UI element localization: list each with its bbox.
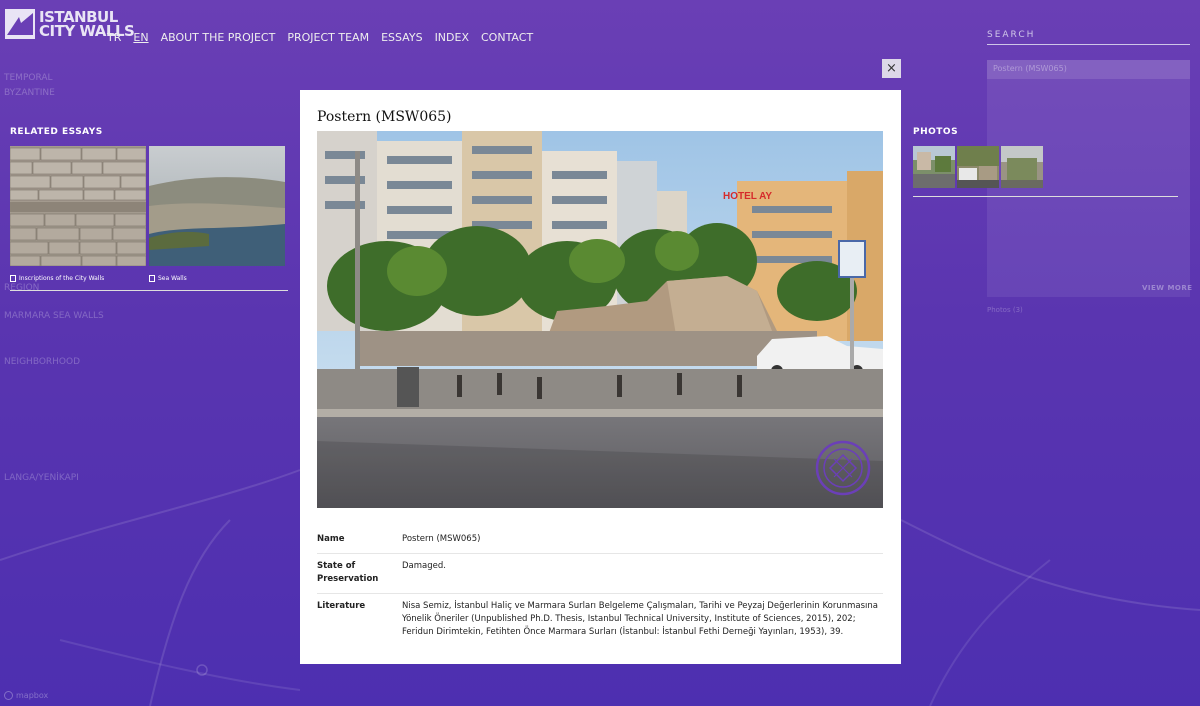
photos-title: PHOTOS: [913, 127, 959, 137]
info-key: State of Preservation: [317, 561, 379, 584]
nav-about[interactable]: ABOUT THE PROJECT: [161, 31, 276, 44]
neighborhood-value[interactable]: LANGA/YENİKAPI: [4, 473, 79, 483]
info-row-literature: Literature Nisa Semiz, İstanbul Haliç ve…: [317, 594, 883, 646]
mapbox-logo-icon: [4, 691, 13, 700]
search-field[interactable]: SEARCH: [987, 30, 1190, 45]
essay-label[interactable]: Sea Walls: [158, 275, 187, 282]
photo-thumbnail[interactable]: [1001, 146, 1043, 188]
photo-thumbnail[interactable]: [913, 146, 955, 188]
neighborhood-label: NEIGHBORHOOD: [4, 357, 81, 367]
related-essays-title: RELATED ESSAYS: [10, 127, 103, 137]
info-value: Postern (MSW065): [402, 534, 481, 544]
nav-contact[interactable]: CONTACT: [481, 31, 533, 44]
info-row-state: State of Preservation Damaged.: [317, 554, 883, 594]
related-essays-section: RELATED ESSAYS Inscriptions of the City …: [9, 127, 288, 291]
main-nav: TR EN ABOUT THE PROJECT PROJECT TEAM ESS…: [107, 31, 533, 44]
photos-section: PHOTOS: [913, 127, 1178, 197]
search-underline: [987, 44, 1190, 45]
info-key: Name: [317, 534, 345, 544]
region-value[interactable]: MARMARA SEA WALLS: [4, 311, 104, 321]
essay-card[interactable]: Inscriptions of the City Walls: [9, 146, 147, 282]
nav-lang-en[interactable]: EN: [133, 31, 148, 44]
divider: [10, 290, 288, 291]
close-button[interactable]: ×: [882, 59, 901, 78]
photos-count: Photos (3): [987, 306, 1023, 314]
document-icon: [10, 275, 16, 282]
essay-image-inscriptions: [9, 146, 147, 267]
temporal-label: TEMPORAL: [4, 73, 53, 83]
essay-image-sea-walls: [149, 146, 285, 266]
info-key: Literature: [317, 601, 366, 611]
nav-essays[interactable]: ESSAYS: [381, 31, 423, 44]
detail-modal: Postern (MSW065) HOTEL AY Name Postern (…: [300, 90, 901, 664]
nav-team[interactable]: PROJECT TEAM: [287, 31, 369, 44]
modal-title: Postern (MSW065): [317, 109, 452, 125]
map-credit-text: mapbox: [16, 691, 49, 700]
essay-label[interactable]: Inscriptions of the City Walls: [19, 275, 104, 282]
nav-index[interactable]: INDEX: [435, 31, 469, 44]
search-label: SEARCH: [987, 30, 1036, 40]
view-more-link[interactable]: VIEW MORE: [1142, 284, 1193, 292]
info-card-field[interactable]: Postern (MSW065): [987, 60, 1190, 79]
info-table: Name Postern (MSW065) State of Preservat…: [317, 527, 883, 646]
photo-thumbnail[interactable]: [957, 146, 999, 188]
document-icon: [149, 275, 155, 282]
info-value: Damaged.: [402, 561, 446, 571]
divider: [913, 196, 1178, 197]
nav-lang-tr[interactable]: TR: [107, 31, 121, 44]
info-value: Nisa Semiz, İstanbul Haliç ve Marmara Su…: [402, 601, 878, 637]
map-credit[interactable]: mapbox: [4, 691, 48, 700]
info-row-name: Name Postern (MSW065): [317, 527, 883, 554]
temporal-value[interactable]: BYZANTINE: [4, 88, 55, 98]
monument-photo[interactable]: HOTEL AY: [317, 131, 883, 508]
logo-mark-icon: [5, 9, 35, 39]
essay-card[interactable]: Sea Walls: [149, 146, 285, 282]
hotel-sign: HOTEL AY: [723, 191, 772, 202]
